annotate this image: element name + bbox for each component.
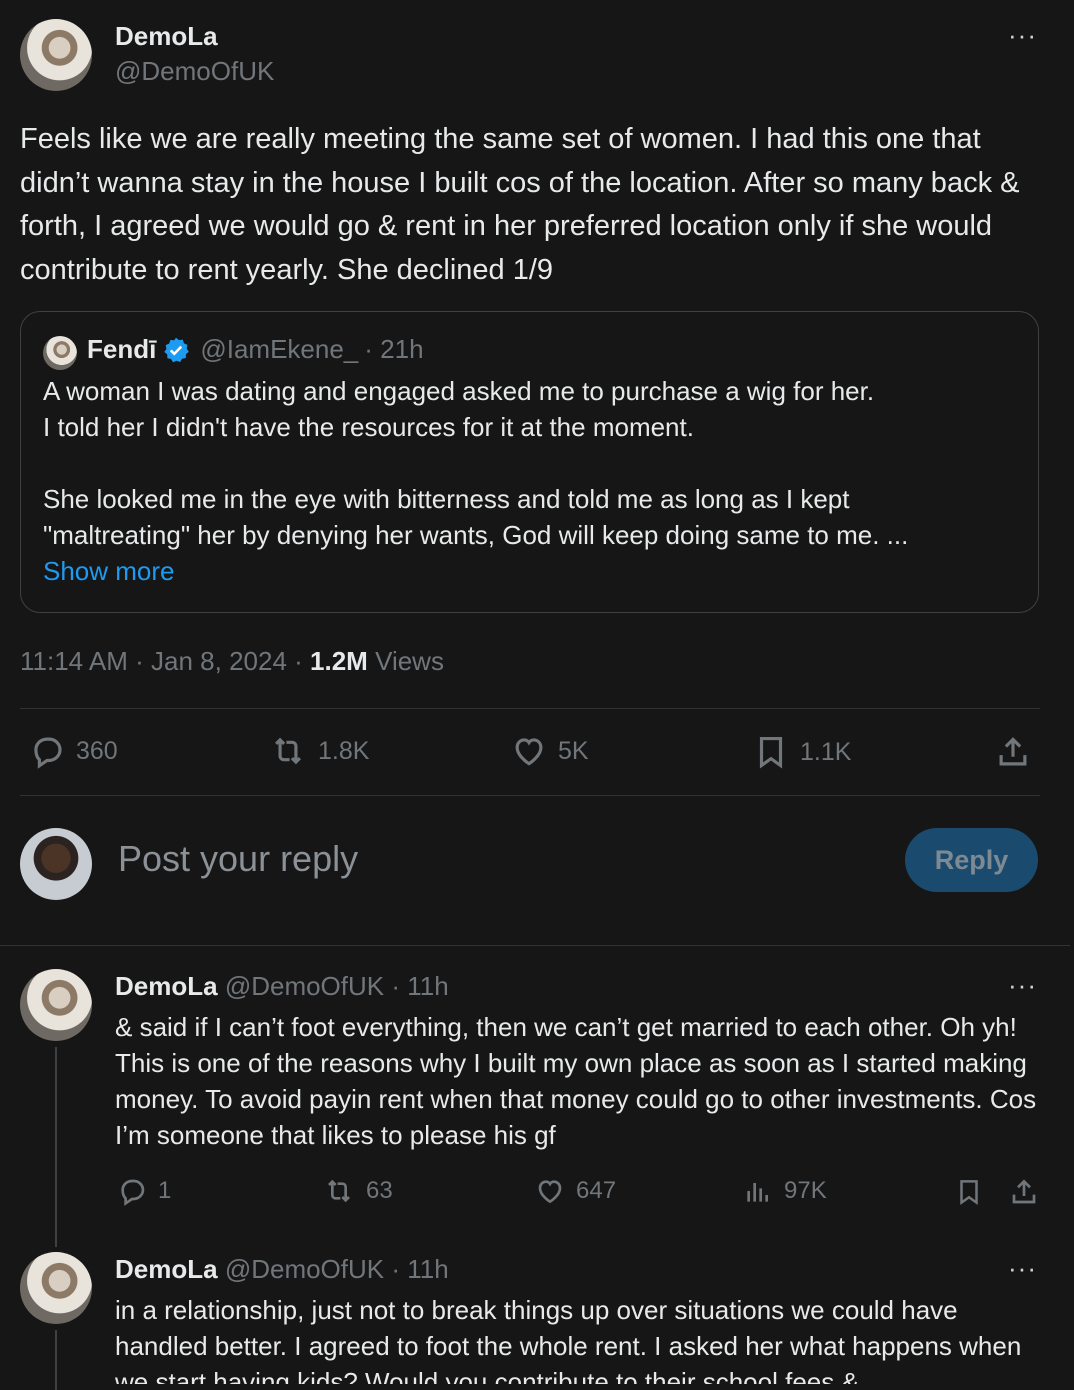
reply-action[interactable]: 1 (116, 1175, 171, 1207)
reply-count: 360 (76, 736, 118, 765)
bookmark-icon (960, 1180, 978, 1206)
like-icon (538, 1180, 562, 1204)
reply-action[interactable]: 360 (28, 732, 118, 770)
views-count: 1.2M (310, 646, 368, 676)
quoted-line-1: A woman I was dating and engaged asked m… (43, 376, 875, 406)
reply-button[interactable]: Reply (905, 828, 1038, 892)
like-icon (515, 738, 543, 766)
views-label: Views (367, 646, 444, 676)
reply-input[interactable]: Post your reply (118, 838, 358, 880)
bookmark-action[interactable] (954, 1175, 984, 1209)
more-icon[interactable]: ··· (1008, 20, 1037, 51)
repost-count: 1.8K (318, 736, 370, 765)
more-icon[interactable]: ··· (1008, 970, 1037, 1001)
like-action[interactable]: 647 (534, 1175, 616, 1207)
repost-action[interactable]: 1.8K (268, 732, 369, 770)
quoted-name: Fendī (87, 334, 157, 364)
views-action[interactable]: 97K (742, 1175, 827, 1207)
reply-author-name[interactable]: DemoLa (115, 1254, 218, 1284)
thread-line (55, 1047, 57, 1247)
reply-author-handle[interactable]: @DemoOfUK · 11h (225, 971, 449, 1001)
bookmark-action[interactable]: 1.1K (752, 732, 851, 772)
quoted-time: · 21h (364, 334, 424, 364)
like-count: 5K (558, 736, 589, 765)
views-icon (747, 1183, 768, 1202)
current-user-avatar[interactable] (20, 828, 92, 900)
quoted-line-3: She looked me in the eye with bitterness… (43, 484, 850, 514)
reply-icon (121, 1179, 145, 1206)
reply-author-handle[interactable]: @DemoOfUK · 11h (225, 1254, 449, 1284)
repost-icon (275, 737, 301, 765)
bookmark-count: 1.1K (800, 737, 852, 766)
like-action[interactable]: 5K (510, 732, 589, 770)
repost-icon (328, 1179, 350, 1203)
bookmark-icon (759, 736, 783, 769)
repost-action[interactable]: 63 (322, 1175, 393, 1207)
show-more-link[interactable]: Show more (43, 556, 175, 587)
views-count: 97K (784, 1177, 827, 1204)
reply-text: in a relationship, just not to break thi… (115, 1295, 1022, 1384)
repost-count: 63 (366, 1177, 393, 1204)
tweet-text: Feels like we are really meeting the sam… (20, 123, 1020, 286)
reply-avatar[interactable] (20, 1252, 92, 1324)
tweet-timestamp[interactable]: 11:14 AM · Jan 8, 2024 · (20, 646, 310, 676)
share-action[interactable] (994, 732, 1032, 772)
share-icon (1012, 1179, 1036, 1204)
author-avatar[interactable] (20, 19, 92, 91)
author-handle[interactable]: @DemoOfUK (115, 56, 274, 87)
divider (20, 708, 1040, 709)
like-count: 647 (576, 1177, 617, 1204)
more-icon[interactable]: ··· (1008, 1253, 1037, 1284)
quoted-line-4: "maltreating" her by denying her wants, … (43, 520, 909, 550)
reply-icon (34, 737, 62, 769)
verified-icon (162, 336, 190, 364)
author-name[interactable]: DemoLa (115, 21, 218, 52)
reply-count: 1 (158, 1177, 172, 1204)
reply-author-name[interactable]: DemoLa (115, 971, 218, 1001)
quoted-avatar (43, 336, 77, 370)
divider (20, 795, 1040, 796)
quoted-handle: @IamEkene_ (200, 334, 359, 364)
thread-line (55, 1330, 57, 1390)
quoted-line-2: I told her I didn't have the resources f… (43, 412, 694, 442)
quoted-tweet[interactable]: Fendī @IamEkene_ · 21h A woman I was dat… (20, 311, 1039, 613)
share-icon (999, 737, 1027, 766)
reply-avatar[interactable] (20, 969, 92, 1041)
reply-text: & said if I can’t foot everything, then … (115, 1012, 1037, 1150)
section-divider (0, 945, 1070, 946)
share-action[interactable] (1008, 1175, 1040, 1209)
